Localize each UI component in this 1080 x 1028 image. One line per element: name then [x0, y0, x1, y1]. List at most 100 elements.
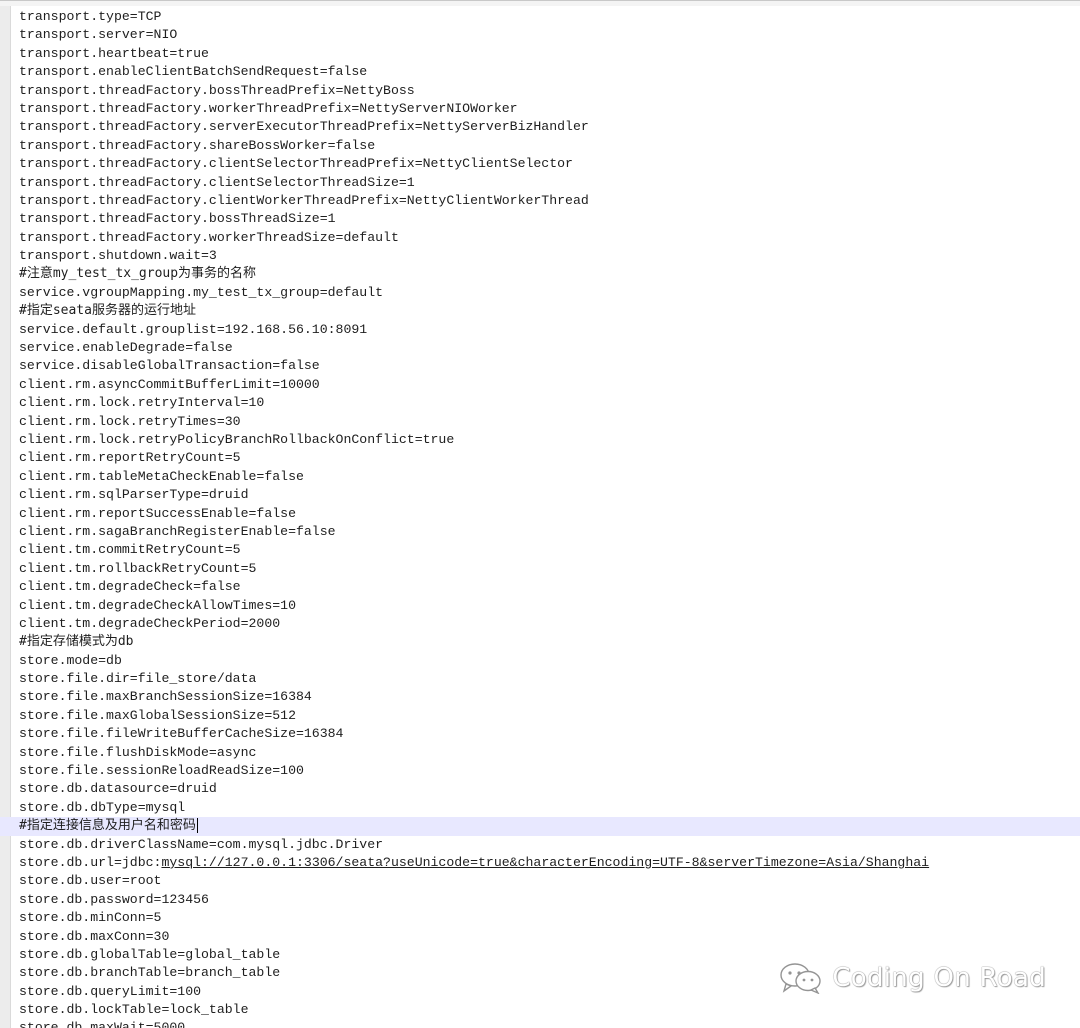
config-line[interactable]: transport.shutdown.wait=3	[0, 247, 1080, 265]
config-line[interactable]: client.tm.commitRetryCount=5	[0, 541, 1080, 559]
config-line[interactable]: service.enableDegrade=false	[0, 339, 1080, 357]
line-text: store.db.globalTable=global_table	[19, 946, 281, 962]
line-text: transport.threadFactory.bossThreadSize=1	[19, 211, 336, 227]
text-caret	[196, 818, 198, 834]
config-line[interactable]: store.db.datasource=druid	[0, 780, 1080, 798]
config-line[interactable]: store.db.maxConn=30	[0, 928, 1080, 946]
line-text: service.default.grouplist=192.168.56.10:…	[19, 321, 368, 337]
config-line[interactable]: store.db.driverClassName=com.mysql.jdbc.…	[0, 836, 1080, 854]
config-line[interactable]: store.db.password=123456	[0, 891, 1080, 909]
line-text: client.rm.asyncCommitBufferLimit=10000	[19, 376, 320, 392]
config-line[interactable]: client.tm.degradeCheckAllowTimes=10	[0, 597, 1080, 615]
watermark: Coding On Road	[778, 962, 1046, 994]
line-text: transport.threadFactory.clientWorkerThre…	[19, 192, 589, 208]
line-text: store.file.fileWriteBufferCacheSize=1638…	[19, 726, 344, 742]
line-text: client.rm.lock.retryInterval=10	[19, 395, 265, 411]
config-line[interactable]: store.file.maxBranchSessionSize=16384	[0, 688, 1080, 706]
line-text: store.file.dir=file_store/data	[19, 671, 257, 687]
line-text: store.db.dbType=mysql	[19, 799, 186, 815]
config-line[interactable]: client.tm.degradeCheck=false	[0, 578, 1080, 596]
wechat-icon	[780, 963, 822, 994]
line-text: store.file.flushDiskMode=async	[19, 744, 257, 760]
config-line[interactable]: client.rm.lock.retryPolicyBranchRollback…	[0, 431, 1080, 449]
line-text: client.tm.rollbackRetryCount=5	[19, 560, 257, 576]
config-line[interactable]: client.tm.rollbackRetryCount=5	[0, 560, 1080, 578]
config-line[interactable]: store.file.dir=file_store/data	[0, 670, 1080, 688]
line-text: transport.threadFactory.serverExecutorTh…	[19, 119, 589, 135]
line-text: store.db.minConn=5	[19, 910, 162, 926]
config-line[interactable]: transport.threadFactory.clientSelectorTh…	[0, 174, 1080, 192]
line-text: transport.threadFactory.shareBossWorker=…	[19, 137, 376, 153]
line-text: store.db.maxWait=5000	[19, 1020, 186, 1028]
config-line[interactable]: transport.threadFactory.workerThreadSize…	[0, 229, 1080, 247]
config-line[interactable]: store.file.flushDiskMode=async	[0, 744, 1080, 762]
config-line[interactable]: store.mode=db	[0, 652, 1080, 670]
line-text: transport.type=TCP	[19, 9, 162, 24]
config-line[interactable]: store.db.url=jdbc:mysql://127.0.0.1:3306…	[0, 854, 1080, 872]
line-text: client.rm.lock.retryTimes=30	[19, 413, 241, 429]
window-top-border	[0, 0, 1080, 6]
config-line[interactable]: service.default.grouplist=192.168.56.10:…	[0, 321, 1080, 339]
config-line[interactable]: service.vgroupMapping.my_test_tx_group=d…	[0, 284, 1080, 302]
line-text: service.enableDegrade=false	[19, 340, 233, 356]
line-text: store.db.queryLimit=100	[19, 983, 202, 999]
config-line[interactable]: client.rm.reportSuccessEnable=false	[0, 505, 1080, 523]
config-line[interactable]: transport.threadFactory.shareBossWorker=…	[0, 137, 1080, 155]
comment-line[interactable]: #注意my_test_tx_group为事务的名称	[0, 265, 1080, 283]
config-line[interactable]: service.disableGlobalTransaction=false	[0, 357, 1080, 375]
config-line[interactable]: transport.server=NIO	[0, 26, 1080, 44]
line-text: client.tm.degradeCheckPeriod=2000	[19, 615, 281, 631]
text-editor[interactable]: transport.type=TCP transport.server=NIO tr…	[0, 0, 1080, 1028]
config-line[interactable]: transport.threadFactory.serverExecutorTh…	[0, 118, 1080, 136]
config-line[interactable]: client.rm.sagaBranchRegisterEnable=false	[0, 523, 1080, 541]
line-text: store.db.user=root	[19, 873, 162, 889]
editor-lines[interactable]: transport.type=TCP transport.server=NIO tr…	[0, 8, 1080, 1028]
line-text: transport.enableClientBatchSendRequest=f…	[19, 64, 368, 80]
jdbc-url-link[interactable]: mysql://127.0.0.1:3306/seata?useUnicode=…	[161, 855, 929, 870]
line-text: store.mode=db	[19, 652, 122, 668]
line-text: #指定存储模式为db	[19, 634, 134, 650]
config-line[interactable]: store.db.minConn=5	[0, 909, 1080, 927]
config-line[interactable]: transport.enableClientBatchSendRequest=f…	[0, 63, 1080, 81]
line-text: store.db.maxConn=30	[19, 928, 170, 944]
line-text: store.db.lockTable=lock_table	[19, 1002, 249, 1018]
line-text: store.db.driverClassName=com.mysql.jdbc.…	[19, 836, 384, 852]
config-line[interactable]: client.rm.asyncCommitBufferLimit=10000	[0, 376, 1080, 394]
config-line[interactable]: transport.threadFactory.clientSelectorTh…	[0, 155, 1080, 173]
line-text: client.rm.reportRetryCount=5	[19, 450, 241, 466]
line-text: transport.threadFactory.workerThreadSize…	[19, 229, 399, 245]
config-line[interactable]: client.rm.sqlParserType=druid	[0, 486, 1080, 504]
config-line[interactable]: client.rm.tableMetaCheckEnable=false	[0, 468, 1080, 486]
url-key-text: store.db.url=jdbc:	[19, 854, 162, 870]
config-line[interactable]: transport.type=TCP	[0, 8, 1080, 26]
line-text: store.file.sessionReloadReadSize=100	[19, 763, 304, 779]
config-line[interactable]: store.file.maxGlobalSessionSize=512	[0, 707, 1080, 725]
config-line[interactable]: store.db.maxWait=5000	[0, 1019, 1080, 1028]
config-line[interactable]: transport.threadFactory.clientWorkerThre…	[0, 192, 1080, 210]
config-line[interactable]: store.db.dbType=mysql	[0, 799, 1080, 817]
line-text: client.tm.commitRetryCount=5	[19, 542, 241, 558]
comment-line[interactable]: #指定存储模式为db	[0, 633, 1080, 651]
line-text: #指定seata服务器的运行地址	[19, 303, 196, 319]
config-line[interactable]: store.file.fileWriteBufferCacheSize=1638…	[0, 725, 1080, 743]
comment-line[interactable]: #指定seata服务器的运行地址	[0, 302, 1080, 320]
line-text: store.file.maxGlobalSessionSize=512	[19, 707, 296, 723]
config-line[interactable]: store.db.lockTable=lock_table	[0, 1001, 1080, 1019]
line-text: transport.heartbeat=true	[19, 45, 209, 61]
comment-line[interactable]: #指定连接信息及用户名和密码	[0, 817, 1080, 836]
config-line[interactable]: transport.heartbeat=true	[0, 45, 1080, 63]
config-line[interactable]: store.file.sessionReloadReadSize=100	[0, 762, 1080, 780]
config-line[interactable]: transport.threadFactory.workerThreadPref…	[0, 100, 1080, 118]
config-line[interactable]: client.rm.reportRetryCount=5	[0, 449, 1080, 467]
line-text: #注意my_test_tx_group为事务的名称	[19, 266, 257, 282]
line-text: transport.threadFactory.workerThreadPref…	[19, 100, 518, 116]
line-text: transport.threadFactory.clientSelectorTh…	[19, 156, 573, 172]
config-line[interactable]: transport.threadFactory.bossThreadPrefix…	[0, 82, 1080, 100]
config-line[interactable]: transport.threadFactory.bossThreadSize=1	[0, 210, 1080, 228]
config-line[interactable]: client.rm.lock.retryTimes=30	[0, 413, 1080, 431]
line-text: service.vgroupMapping.my_test_tx_group=d…	[19, 284, 384, 300]
config-line[interactable]: client.rm.lock.retryInterval=10	[0, 394, 1080, 412]
line-text: store.db.branchTable=branch_table	[19, 965, 281, 981]
config-line[interactable]: store.db.user=root	[0, 872, 1080, 890]
config-line[interactable]: client.tm.degradeCheckPeriod=2000	[0, 615, 1080, 633]
